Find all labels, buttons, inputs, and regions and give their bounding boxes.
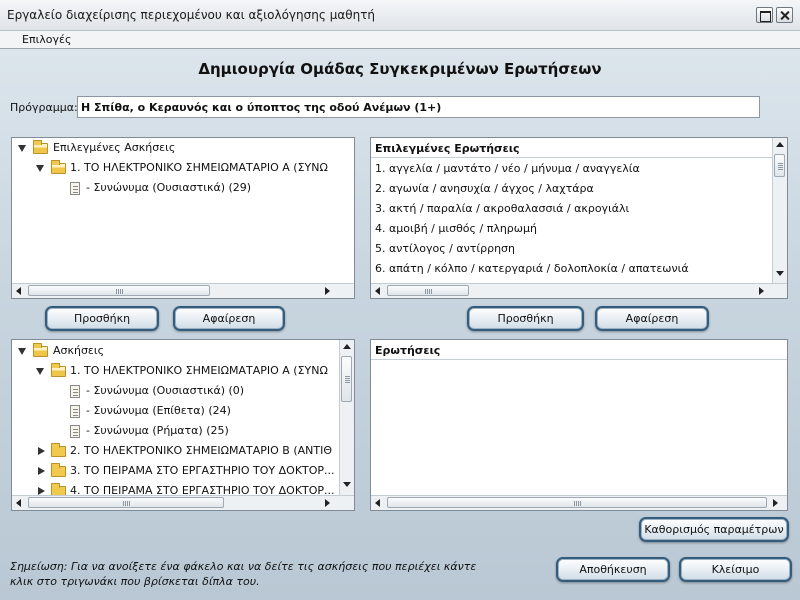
scroll-down-icon[interactable] [776, 271, 784, 276]
expand-triangle-icon[interactable] [18, 348, 26, 355]
scroll-up-icon[interactable] [343, 344, 351, 349]
vertical-scrollbar[interactable] [772, 138, 787, 283]
close-button[interactable]: Κλείσιμο [679, 557, 792, 582]
help-note: Σημείωση: Για να ανοίξετε ένα φάκελο και… [10, 559, 490, 589]
collapse-triangle-icon[interactable] [38, 487, 45, 495]
scroll-thumb[interactable] [387, 497, 767, 508]
main-content: Δημιουργία Ομάδας Συγκεκριμένων Ερωτήσεω… [0, 49, 800, 600]
scroll-left-icon[interactable] [375, 287, 380, 295]
note-prefix: Σημείωση: [10, 560, 68, 573]
document-icon [70, 405, 80, 418]
expand-triangle-icon[interactable] [18, 145, 26, 152]
scroll-thumb[interactable] [387, 285, 469, 296]
vertical-scrollbar[interactable] [339, 340, 354, 495]
collapse-triangle-icon[interactable] [38, 467, 45, 475]
scroll-up-icon[interactable] [776, 142, 784, 147]
horizontal-scrollbar[interactable] [371, 495, 787, 510]
expand-triangle-icon[interactable] [36, 165, 44, 172]
folder-icon [51, 463, 66, 477]
save-button[interactable]: Αποθήκευση [556, 557, 670, 582]
program-label: Πρόγραμμα: [10, 101, 78, 114]
program-field[interactable]: Η Σπίθα, ο Κεραυνός και ο ύποπτος της οδ… [77, 96, 760, 118]
horizontal-scrollbar[interactable] [371, 283, 787, 298]
open-folder-icon [33, 140, 48, 154]
remove-question-button[interactable]: Αφαίρεση [595, 306, 709, 331]
scroll-thumb[interactable] [28, 285, 210, 296]
list-item[interactable]: 5. αντίλογος / αντίρρηση [375, 239, 515, 259]
scroll-right-icon[interactable] [759, 287, 764, 295]
scroll-left-icon[interactable] [16, 287, 21, 295]
selected-questions-header: Επιλεγμένες Ερωτήσεις [371, 138, 772, 158]
selected-exercises-tree[interactable]: Επιλεγμένες Ασκήσεις 1. ΤΟ ΗΛΕΚΤΡΟΝΙΚΟ Σ… [11, 137, 355, 299]
exercises-tree[interactable]: Ασκήσεις 1. ΤΟ ΗΛΕΚΤΡΟΝΙΚΟ ΣΗΜΕΙΩΜΑΤΑΡΙΟ… [11, 339, 355, 511]
scroll-down-icon[interactable] [343, 482, 351, 487]
scroll-thumb[interactable] [28, 497, 224, 508]
list-item[interactable]: 1. αγγελία / μαντάτο / νέο / μήνυμα / αν… [375, 159, 640, 179]
horizontal-scrollbar[interactable] [12, 283, 354, 298]
horizontal-scrollbar[interactable] [12, 495, 354, 510]
page-title: Δημιουργία Ομάδας Συγκεκριμένων Ερωτήσεω… [198, 60, 602, 78]
expand-triangle-icon[interactable] [36, 368, 44, 375]
title-bar: Εργαλείο διαχείρισης περιεχομένου και αξ… [0, 0, 800, 31]
scroll-left-icon[interactable] [375, 499, 380, 507]
document-icon [70, 182, 80, 195]
selected-questions-list[interactable]: Επιλεγμένες Ερωτήσεις 1. αγγελία / μαντά… [370, 137, 788, 299]
note-text: Για να ανοίξετε ένα φάκελο και να δείτε … [10, 560, 477, 588]
list-item[interactable]: 4. αμοιβή / μισθός / πληρωμή [375, 219, 537, 239]
scroll-thumb[interactable] [774, 154, 785, 177]
document-icon [70, 425, 80, 438]
questions-header: Ερωτήσεις [371, 340, 787, 360]
add-question-button[interactable]: Προσθήκη [467, 306, 584, 331]
list-item[interactable]: 2. αγωνία / ανησυχία / άγχος / λαχτάρα [375, 179, 594, 199]
questions-list[interactable]: Ερωτήσεις [370, 339, 788, 511]
open-folder-icon [33, 343, 48, 357]
maximize-icon[interactable] [756, 7, 773, 23]
document-icon [70, 385, 80, 398]
menu-bar: Επιλογές [0, 31, 800, 49]
open-folder-icon [51, 160, 66, 174]
remove-exercise-button[interactable]: Αφαίρεση [173, 306, 285, 331]
scroll-right-icon[interactable] [773, 499, 778, 507]
scroll-right-icon[interactable] [325, 287, 330, 295]
menu-options[interactable]: Επιλογές [22, 33, 71, 46]
scroll-right-icon[interactable] [325, 499, 330, 507]
scroll-left-icon[interactable] [16, 499, 21, 507]
close-icon[interactable] [776, 7, 793, 23]
list-item[interactable]: 6. απάτη / κόλπο / κατεργαριά / δολοπλοκ… [375, 259, 689, 279]
window-title: Εργαλείο διαχείρισης περιεχομένου και αξ… [7, 8, 376, 22]
scroll-thumb[interactable] [341, 356, 352, 402]
folder-icon [51, 443, 66, 457]
parameters-button[interactable]: Καθορισμός παραμέτρων [639, 517, 789, 542]
add-exercise-button[interactable]: Προσθήκη [45, 306, 159, 331]
collapse-triangle-icon[interactable] [38, 447, 45, 455]
list-item[interactable]: 3. ακτή / παραλία / ακροθαλασσιά / ακρογ… [375, 199, 629, 219]
open-folder-icon [51, 363, 66, 377]
